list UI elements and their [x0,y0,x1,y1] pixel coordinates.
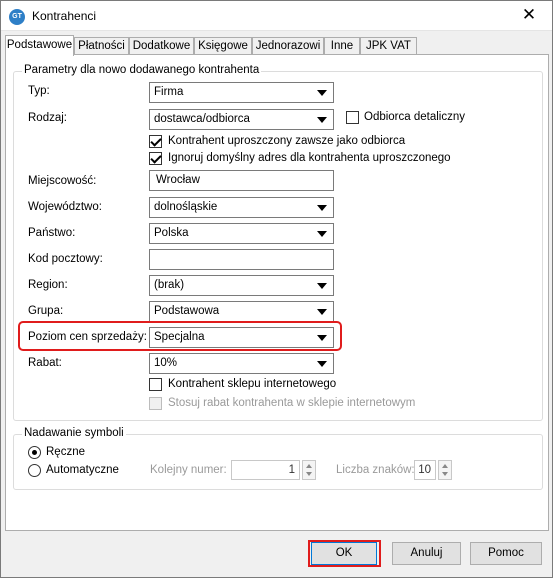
title-bar: GT Kontrahenci ✕ [1,1,552,31]
panstwo-select[interactable]: Polska [149,223,334,244]
tab-ksiegowe[interactable]: Księgowe [194,37,252,55]
rabat-label: Rabat: [28,357,62,369]
poziom-cen-value: Specjalna [154,331,205,343]
cancel-button[interactable]: Anuluj [392,542,461,565]
chevron-down-icon [317,117,327,123]
kolejny-numer-input[interactable]: 1 [231,460,300,480]
spin-up-icon [306,464,312,468]
panstwo-label: Państwo: [28,227,76,239]
typ-label: Typ: [28,85,50,97]
sklep-internetowy-label: Kontrahent sklepu internetowego [168,378,337,390]
poziom-cen-label: Poziom cen sprzedaży: [28,331,147,343]
region-value: (brak) [154,279,185,291]
kod-pocztowy-label: Kod pocztowy: [28,253,103,265]
chevron-down-icon [317,361,327,367]
rabat-value: 10% [154,357,178,369]
wojewodztwo-value: dolnośląskie [154,201,218,213]
typ-select[interactable]: Firma [149,82,334,103]
region-select[interactable]: (brak) [149,275,334,296]
chevron-down-icon [317,231,327,237]
panstwo-value: Polska [154,227,189,239]
grupa-label: Grupa: [28,305,64,317]
spin-up-icon [442,464,448,468]
close-icon[interactable]: ✕ [506,1,552,31]
app-logo-icon: GT [9,9,25,25]
ignoruj-adres-label: Ignoruj domyślny adres dla kontrahenta u… [168,152,451,164]
stosuj-rabat-checkbox[interactable] [149,397,162,410]
odbiorca-detaliczny-label: Odbiorca detaliczny [364,111,465,123]
tab-dodatkowe[interactable]: Dodatkowe [129,37,194,55]
tab-jpk-vat[interactable]: JPK VAT [360,37,417,55]
grupa-select[interactable]: Podstawowa [149,301,334,322]
spin-down-icon [442,472,448,476]
reczne-radio[interactable] [28,446,41,459]
wojewodztwo-select[interactable]: dolnośląskie [149,197,334,218]
tab-inne[interactable]: Inne [324,37,360,55]
symbols-group-title: Nadawanie symboli [22,427,126,439]
dialog-window: GT Kontrahenci ✕ Podstawowe Płatności Do… [0,0,553,578]
miejscowosc-label: Miejscowość: [28,175,97,187]
chevron-down-icon [317,205,327,211]
automatyczne-label: Automatyczne [46,464,119,476]
kolejny-numer-label: Kolejny numer: [150,464,227,476]
chevron-down-icon [317,90,327,96]
kolejny-numer-stepper[interactable] [302,460,316,480]
reczne-label: Ręczne [46,446,85,458]
tab-jednorazowi[interactable]: Jednorazowi [252,37,324,55]
tab-podstawowe[interactable]: Podstawowe [5,35,74,56]
grupa-value: Podstawowa [154,305,220,317]
uproszczony-checkbox[interactable] [149,135,162,148]
uproszczony-label: Kontrahent uproszczony zawsze jako odbio… [168,135,406,147]
liczba-znakow-label: Liczba znaków: [336,464,415,476]
rodzaj-label: Rodzaj: [28,112,67,124]
typ-value: Firma [154,86,184,98]
tab-panel-podstawowe: Parametry dla nowo dodawanego kontrahent… [5,54,549,531]
liczba-znakow-input[interactable]: 10 [414,460,436,480]
chevron-down-icon [317,335,327,341]
ok-button[interactable]: OK [311,542,377,565]
sklep-internetowy-checkbox[interactable] [149,378,162,391]
kod-pocztowy-input[interactable] [149,249,334,270]
rodzaj-value: dostawca/odbiorca [154,113,250,125]
params-group-title: Parametry dla nowo dodawanego kontrahent… [22,64,262,76]
stosuj-rabat-label: Stosuj rabat kontrahenta w sklepie inter… [168,397,416,409]
wojewodztwo-label: Województwo: [28,201,102,213]
rabat-select[interactable]: 10% [149,353,334,374]
automatyczne-radio[interactable] [28,464,41,477]
rodzaj-select[interactable]: dostawca/odbiorca [149,109,334,130]
miejscowosc-input[interactable]: Wrocław [149,170,334,191]
window-title: Kontrahenci [32,9,97,23]
odbiorca-detaliczny-checkbox[interactable] [346,111,359,124]
ignoruj-adres-checkbox[interactable] [149,152,162,165]
poziom-cen-select[interactable]: Specjalna [149,327,334,348]
help-button[interactable]: Pomoc [470,542,542,565]
chevron-down-icon [317,309,327,315]
region-label: Region: [28,279,68,291]
liczba-znakow-stepper[interactable] [438,460,452,480]
chevron-down-icon [317,283,327,289]
spin-down-icon [306,472,312,476]
tab-platnosci[interactable]: Płatności [74,37,129,55]
